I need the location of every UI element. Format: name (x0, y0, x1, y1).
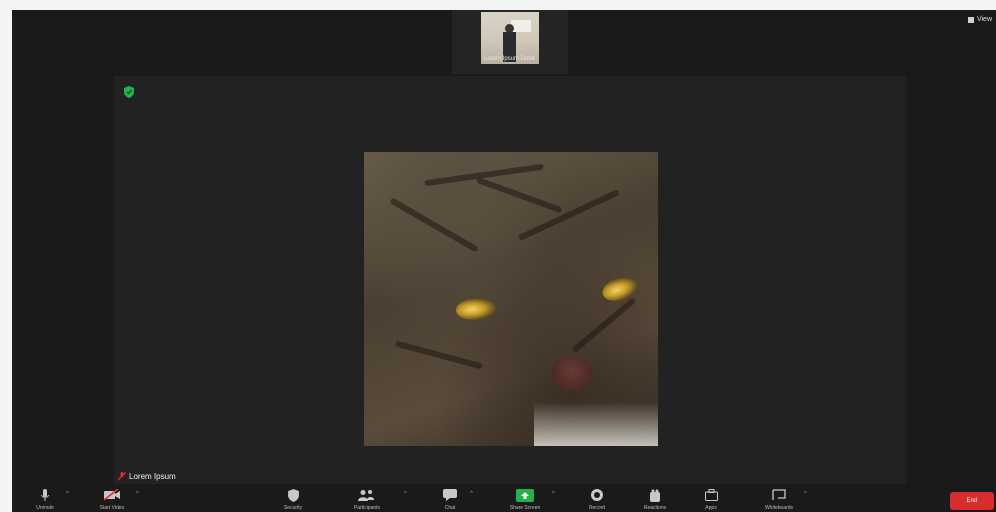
apps-icon (704, 489, 718, 501)
meeting-toolbar: Unmute ^ Start Video ^ Security Particip… (12, 484, 996, 512)
active-speaker-tile: Lorem Ipsum (114, 76, 906, 484)
mic-icon (41, 488, 49, 501)
thumbnail-strip: Lorem Ipsum Dolor View (12, 10, 996, 76)
apps-button[interactable]: Apps (688, 484, 734, 512)
video-off-icon (103, 489, 120, 501)
security-label: Security (283, 505, 303, 511)
video-options-chevron-icon[interactable]: ^ (136, 491, 139, 497)
reactions-button[interactable]: Reactions (632, 484, 678, 512)
grid-view-icon (967, 16, 974, 23)
participants-label: Participants (353, 505, 381, 511)
reactions-label: Reactions (643, 505, 667, 511)
share-screen-icon (516, 488, 534, 502)
cat-nose (552, 357, 592, 391)
reactions-icon (650, 489, 660, 502)
start-video-label: Start Video (99, 505, 125, 511)
thumbnail-background-poster (511, 20, 531, 32)
share-screen-label: Share Screen (509, 505, 541, 511)
chat-icon (443, 489, 457, 501)
thumbnail-video: Lorem Ipsum Dolor (481, 12, 539, 64)
view-toggle-label: View (976, 16, 992, 23)
participant-name: Lorem Ipsum (129, 472, 176, 481)
participants-icon (358, 490, 374, 501)
record-icon (591, 489, 603, 501)
fur-stripe (389, 197, 479, 253)
whiteboards-label: Whiteboards (764, 505, 794, 511)
fur-stripe (571, 296, 637, 354)
apps-label: Apps (705, 505, 717, 511)
view-toggle-button[interactable]: View (967, 16, 992, 23)
end-meeting-button[interactable]: End (950, 492, 994, 510)
cat-chin (534, 402, 658, 446)
whiteboards-options-chevron-icon[interactable]: ^ (804, 491, 807, 497)
meeting-window: Lorem Ipsum Dolor View Lorem Ipsum Unmut… (12, 10, 996, 512)
mic-muted-icon (118, 472, 126, 481)
participant-video-cat (364, 152, 658, 446)
whiteboard-icon (772, 489, 786, 500)
chat-button[interactable]: Chat (436, 484, 464, 512)
participants-options-chevron-icon[interactable]: ^ (404, 491, 407, 497)
unmute-button[interactable]: Unmute (30, 484, 60, 512)
record-button[interactable]: Record (582, 484, 612, 512)
cat-eye-left (455, 296, 497, 322)
chat-options-chevron-icon[interactable]: ^ (470, 491, 473, 497)
participant-name-label: Lorem Ipsum (118, 472, 176, 481)
encryption-shield-icon[interactable] (124, 86, 134, 98)
share-options-chevron-icon[interactable]: ^ (552, 491, 555, 497)
whiteboards-button[interactable]: Whiteboards (760, 484, 798, 512)
security-button[interactable]: Security (274, 484, 312, 512)
security-shield-icon (287, 488, 299, 502)
fur-stripe (475, 176, 563, 214)
unmute-label: Unmute (36, 505, 54, 511)
audio-options-chevron-icon[interactable]: ^ (66, 491, 69, 497)
thumbnail-name: Lorem Ipsum Dolor (484, 56, 536, 62)
start-video-button[interactable]: Start Video (90, 484, 134, 512)
share-screen-button[interactable]: Share Screen (488, 484, 562, 512)
record-label: Record (588, 505, 606, 511)
chat-label: Chat (444, 505, 456, 511)
participants-button[interactable]: Participants (344, 484, 390, 512)
participant-thumbnail[interactable]: Lorem Ipsum Dolor (452, 10, 568, 74)
fur-stripe (394, 340, 484, 370)
